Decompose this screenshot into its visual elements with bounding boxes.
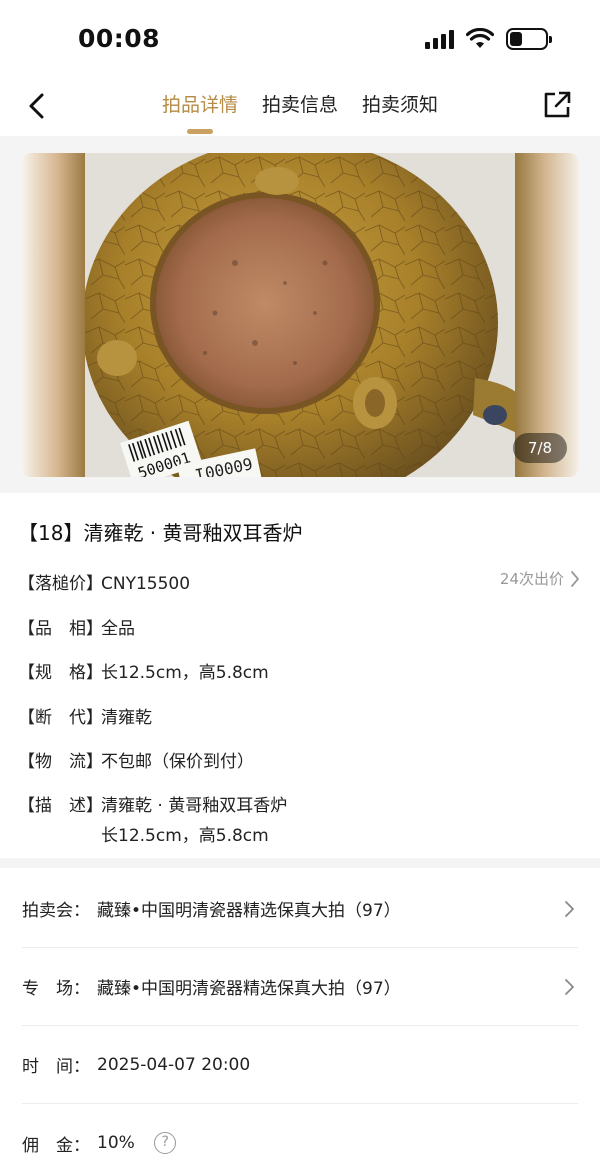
hammer-price-label: 【落槌价】 <box>18 574 103 594</box>
description-line-2: 长12.5cm，高5.8cm <box>101 826 269 846</box>
hammer-price-row: 【落槌价】 CNY15500 <box>18 568 582 600</box>
auction-session-row[interactable]: 拍卖会： 藏臻•中国明清瓷器精选保真大拍（97） <box>22 870 578 948</box>
dimensions-row: 【规 格】 长12.5cm，高5.8cm <box>18 657 582 689</box>
auction-venue-row[interactable]: 专 场： 藏臻•中国明清瓷器精选保真大拍（97） <box>22 948 578 1026</box>
auction-venue-label: 专 场： <box>22 979 90 999</box>
auction-time-label: 时 间： <box>22 1057 90 1077</box>
auction-time-value: 2025-04-07 20:00 <box>97 1054 251 1075</box>
share-icon <box>544 91 571 118</box>
tab-auction-info[interactable]: 拍卖信息 <box>262 92 338 118</box>
previous-image-peek[interactable] <box>21 153 85 477</box>
period-label: 【断 代】 <box>18 708 103 728</box>
period-row: 【断 代】 清雍乾 <box>18 702 582 734</box>
auction-session-value: 藏臻•中国明清瓷器精选保真大拍（97） <box>97 901 401 921</box>
auction-info-list: 拍卖会： 藏臻•中国明清瓷器精选保真大拍（97） 专 场： 藏臻•中国明清瓷器精… <box>0 868 600 1167</box>
chevron-right-icon <box>571 570 579 587</box>
auction-venue-value: 藏臻•中国明清瓷器精选保真大拍（97） <box>97 979 401 999</box>
shipping-label: 【物 流】 <box>18 752 103 772</box>
image-carousel[interactable]: 500001 600001 7/8 <box>21 153 579 477</box>
commission-value: 10% <box>97 1133 135 1153</box>
status-icons <box>425 28 552 50</box>
condition-row: 【品 相】 全品 <box>18 613 582 645</box>
shipping-row: 【物 流】 不包邮（保价到付） <box>18 746 582 778</box>
description-label: 【描 述】 <box>18 796 103 816</box>
censer-image: 500001 600001 <box>85 153 515 477</box>
bid-history-link[interactable]: 24次出价 <box>500 568 580 589</box>
section-divider <box>0 858 600 868</box>
commission-label: 佣 金： <box>22 1135 90 1156</box>
tab-lot-details[interactable]: 拍品详情 <box>162 92 238 134</box>
auction-time-row: 时 间： 2025-04-07 20:00 <box>22 1026 578 1104</box>
lot-title: 【18】清雍乾 · 黄哥釉双耳香炉 <box>18 521 303 545</box>
condition-label: 【品 相】 <box>18 619 103 639</box>
chevron-right-icon <box>565 978 574 995</box>
shipping-value: 不包邮（保价到付） <box>101 752 254 772</box>
next-image-peek[interactable] <box>515 153 579 477</box>
image-counter: 7/8 <box>513 433 567 463</box>
share-button[interactable] <box>542 90 574 122</box>
status-bar: 00:08 <box>0 0 600 78</box>
period-value: 清雍乾 <box>101 708 152 728</box>
description-value: 清雍乾 · 黄哥釉双耳香炉 长12.5cm，高5.8cm <box>101 790 582 852</box>
lot-detail: 【18】清雍乾 · 黄哥釉双耳香炉 【落槌价】 CNY15500 24次出价 【… <box>0 493 600 858</box>
description-line-1: 清雍乾 · 黄哥釉双耳香炉 <box>101 796 288 816</box>
chevron-right-icon <box>565 900 574 917</box>
dimensions-value: 长12.5cm，高5.8cm <box>101 663 269 683</box>
nav-bar: 拍品详情 拍卖信息 拍卖须知 <box>0 78 600 136</box>
wifi-icon <box>466 28 494 48</box>
dimensions-label: 【规 格】 <box>18 663 103 683</box>
commission-row: 佣 金： 10% ? <box>22 1104 578 1167</box>
description-row: 【描 述】 清雍乾 · 黄哥釉双耳香炉 长12.5cm，高5.8cm <box>18 790 582 852</box>
auction-session-label: 拍卖会： <box>22 901 90 921</box>
image-gallery: 500001 600001 7/8 <box>0 136 600 493</box>
battery-level <box>510 32 522 46</box>
lot-photo[interactable]: 500001 600001 <box>85 153 515 477</box>
bid-count: 24次出价 <box>499 570 564 588</box>
commission-value-wrap: 10% ? <box>97 1132 578 1154</box>
condition-value: 全品 <box>101 619 135 639</box>
status-time: 00:08 <box>78 24 161 53</box>
tab-auction-notice[interactable]: 拍卖须知 <box>362 92 438 118</box>
battery-icon <box>506 28 552 50</box>
help-icon[interactable]: ? <box>154 1132 177 1154</box>
cellular-signal-icon <box>425 29 454 49</box>
tab-bar: 拍品详情 拍卖信息 拍卖须知 <box>0 92 600 134</box>
